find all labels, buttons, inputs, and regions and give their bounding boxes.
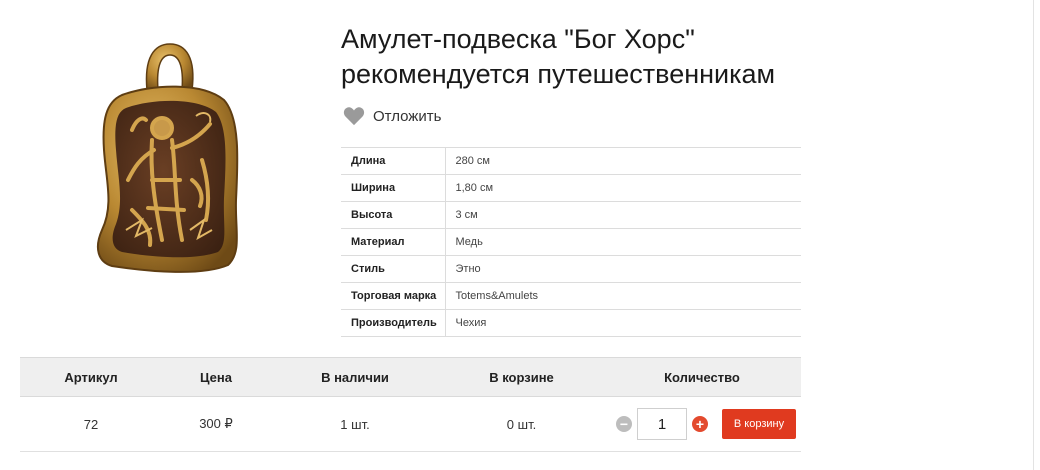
spec-value: Totems&Amulets (445, 282, 801, 310)
wishlist-label: Отложить (373, 107, 442, 125)
header-price: Цена (200, 369, 232, 385)
spec-value: 1,80 см (445, 174, 801, 202)
product-title-line2: рекомендуется путешественникам (341, 59, 776, 89)
buy-table-header: Артикул Цена В наличии В корзине Количес… (20, 357, 801, 397)
header-in-stock: В наличии (321, 369, 389, 385)
quantity-stepper: − + (616, 408, 708, 440)
spec-key: Ширина (341, 174, 446, 202)
specs-row: Материал Медь (341, 228, 801, 256)
product-title-line1: Амулет-подвеска "Бог Хорс" (341, 24, 695, 54)
spec-value: 3 см (445, 201, 801, 229)
buy-table-row: 72 300 ₽ 1 шт. 0 шт. − + В корзину (20, 397, 801, 452)
quantity-plus-button[interactable]: + (692, 416, 708, 432)
in-cart-value: 0 шт. (506, 416, 537, 432)
spec-key: Стиль (341, 255, 446, 283)
product-title: Амулет-подвеска "Бог Хорс" рекомендуется… (341, 22, 821, 92)
spec-value: Медь (445, 228, 801, 256)
amulet-pendant-image (96, 43, 239, 273)
spec-key: Высота (341, 201, 446, 229)
spec-key: Материал (341, 228, 446, 256)
price-value: 300 ₽ (199, 416, 233, 431)
spec-value: Этно (445, 255, 801, 283)
heart-icon (343, 107, 365, 126)
spec-key: Длина (341, 147, 446, 175)
specs-row: Высота 3 см (341, 201, 801, 229)
spec-key: Торговая марка (341, 282, 446, 310)
spec-key: Производитель (341, 309, 446, 337)
header-in-cart: В корзине (489, 369, 554, 385)
specs-row: Производитель Чехия (341, 309, 801, 337)
specs-table: Длина 280 см Ширина 1,80 см Высота 3 см … (341, 147, 801, 337)
quantity-cell: − + В корзину (603, 408, 801, 440)
article-value: 72 (83, 416, 99, 432)
specs-row: Стиль Этно (341, 255, 801, 283)
page-right-border (1033, 0, 1034, 470)
buy-table: Артикул Цена В наличии В корзине Количес… (20, 357, 801, 452)
specs-row: Торговая марка Totems&Amulets (341, 282, 801, 310)
wishlist-button[interactable]: Отложить (343, 106, 441, 126)
header-article: Артикул (64, 369, 118, 385)
quantity-minus-button[interactable]: − (616, 416, 632, 432)
header-quantity: Количество (664, 369, 740, 385)
in-stock-value: 1 шт. (340, 416, 370, 432)
spec-value: Чехия (445, 309, 801, 337)
specs-row: Длина 280 см (341, 147, 801, 175)
product-image[interactable] (92, 40, 242, 275)
spec-value: 280 см (445, 147, 801, 175)
quantity-input[interactable] (637, 408, 687, 440)
specs-row: Ширина 1,80 см (341, 174, 801, 202)
add-to-cart-button[interactable]: В корзину (722, 409, 796, 439)
